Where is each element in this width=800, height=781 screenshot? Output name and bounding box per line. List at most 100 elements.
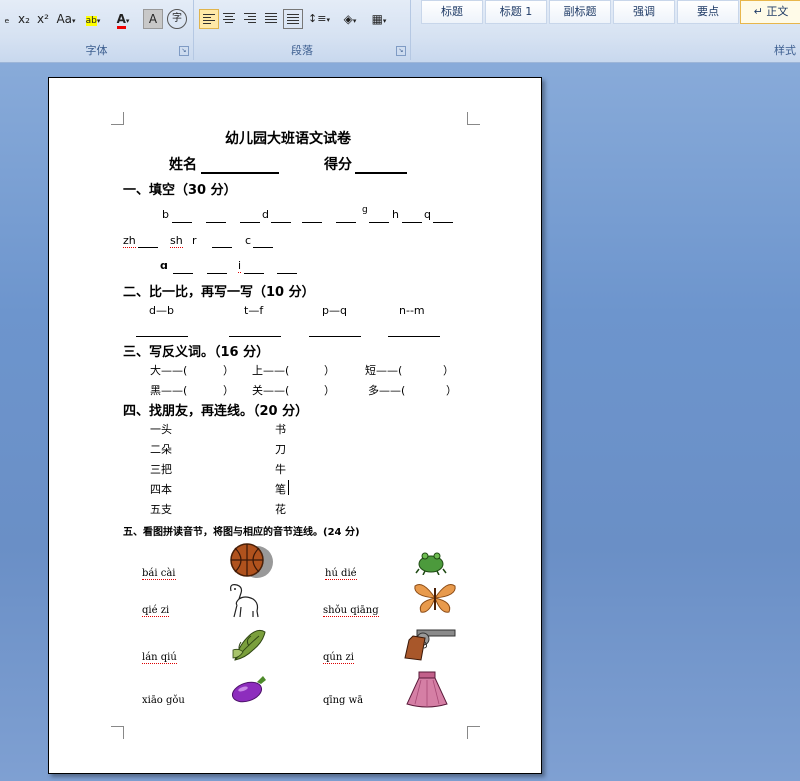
text-cursor [288, 480, 289, 495]
paragraph-group: ↕≡▾ ◈▾ ▦▾ 段落 ↘ [194, 0, 411, 60]
pinyin-syllable: bái cài [142, 568, 176, 580]
measure-word: 二朵 [150, 443, 172, 456]
line-spacing-button[interactable]: ↕≡▾ [306, 9, 332, 29]
blank-letter: h [392, 208, 399, 221]
blank-line [240, 222, 260, 223]
frog-icon [415, 552, 447, 575]
antonym-item: 短——( [365, 364, 403, 377]
align-right-button[interactable] [241, 9, 259, 27]
blank-line [271, 222, 291, 223]
justify-button[interactable] [262, 9, 280, 27]
butterfly-icon [414, 584, 456, 613]
antonym-close: ） [324, 364, 335, 377]
score-blank [355, 172, 407, 174]
paragraph-group-label: 段落 [291, 44, 313, 57]
document-page[interactable]: 幼儿园大班语文试卷 姓名 得分 一、填空（30 分） b d g h q zh … [48, 77, 542, 774]
measure-word: 四本 [150, 483, 172, 496]
paint-bucket-icon: ◈ [343, 12, 353, 26]
antonym-item: 上——( [252, 364, 290, 377]
basketball-icon [230, 543, 273, 578]
blank-letter: d [262, 208, 269, 221]
blank-letter: r [192, 234, 197, 247]
align-center-button[interactable] [220, 9, 238, 27]
answer-line [136, 336, 188, 337]
skirt-icon [406, 671, 448, 708]
style-heading-1[interactable]: 标题 1 [485, 0, 547, 24]
blank-letter: zh [123, 234, 136, 248]
style-normal[interactable]: ↵ 正文 [740, 0, 800, 24]
change-case-button[interactable]: Aa▾ [54, 9, 78, 29]
style-key-point[interactable]: 要点 [677, 0, 739, 24]
cabbage-icon [232, 629, 266, 661]
blank-line [302, 222, 322, 223]
eggplant-icon [231, 676, 266, 703]
blank-line [369, 222, 389, 223]
chevron-down-icon: ▾ [96, 17, 101, 25]
style-title[interactable]: 标题 [421, 0, 483, 24]
enclose-char-button[interactable]: 字 [167, 9, 187, 29]
subscript-button[interactable]: x₂ [14, 9, 34, 29]
clear-format-button[interactable]: ₑ [0, 9, 14, 29]
antonym-item: 多——( [368, 384, 406, 397]
section3-heading: 三、写反义词。（16 分） [123, 345, 270, 360]
change-case-label: Aa [56, 12, 73, 26]
font-group: ₑ x₂ x² Aa▾ ab▾ A▾ A 字 字体 ↘ [0, 0, 194, 60]
chevron-down-icon: ▾ [125, 17, 130, 25]
antonym-close: ） [443, 364, 454, 377]
distributed-button[interactable] [283, 9, 303, 29]
blank-letter: i [238, 259, 242, 273]
font-color-label: A [116, 12, 126, 29]
letter-pair: t—f [244, 304, 264, 317]
noun-word: 刀 [275, 443, 286, 456]
blank-line [172, 222, 192, 223]
antonym-item: 黑——( [150, 384, 188, 397]
antonym-close: ） [223, 384, 234, 397]
answer-line [309, 336, 361, 337]
dog-icon [230, 584, 259, 618]
crop-mark [111, 112, 124, 125]
blank-letter: q [424, 208, 431, 221]
style-subtitle[interactable]: 副标题 [549, 0, 611, 24]
noun-word: 牛 [275, 463, 286, 476]
section5-heading: 五、看图拼读音节，将图与相应的音节连线。(24 分) [123, 527, 360, 538]
name-label: 姓名 [169, 157, 197, 173]
chevron-down-icon: ▾ [352, 17, 357, 25]
measure-word: 三把 [150, 463, 172, 476]
measure-word: 五支 [150, 503, 172, 516]
dialog-launcher-icon[interactable]: ↘ [396, 46, 406, 56]
pinyin-syllable: qié zi [142, 605, 170, 617]
blank-line [173, 273, 193, 274]
blank-letter: b [162, 208, 169, 221]
letter-pair: d—b [149, 304, 174, 317]
blank-line [206, 222, 226, 223]
crop-mark [467, 726, 480, 739]
font-color-button[interactable]: A▾ [110, 9, 136, 29]
measure-word: 一头 [150, 423, 172, 436]
section4-heading: 四、找朋友，再连线。（20 分） [123, 404, 309, 419]
align-left-button[interactable] [199, 9, 219, 29]
antonym-item: 关——( [252, 384, 290, 397]
pinyin-syllable: shǒu qiāng [323, 605, 379, 617]
style-emphasis[interactable]: 强调 [613, 0, 675, 24]
blank-line [212, 247, 232, 248]
styles-group: 标题 标题 1 副标题 强调 要点 ↵ 正文 样式 [411, 0, 800, 60]
pinyin-syllable: qún zi [323, 652, 354, 664]
letter-pair: p—q [322, 304, 347, 317]
pinyin-syllable: lán qiú [142, 652, 177, 664]
blank-line [402, 222, 422, 223]
superscript-button[interactable]: x² [34, 9, 52, 29]
highlight-label: ab [85, 16, 97, 26]
pinyin-syllable: qīng wā [323, 695, 364, 706]
shading-button[interactable]: ◈▾ [337, 9, 363, 29]
blank-line [253, 247, 273, 248]
score-label: 得分 [324, 157, 352, 173]
doc-title: 幼儿园大班语文试卷 [225, 131, 351, 147]
blank-line [138, 247, 158, 248]
pinyin-syllable: xiāo gǒu [142, 695, 185, 706]
dialog-launcher-icon[interactable]: ↘ [179, 46, 189, 56]
highlight-button[interactable]: ab▾ [80, 9, 106, 29]
noun-word: 笔 [275, 483, 286, 496]
chevron-down-icon: ▾ [382, 17, 387, 25]
char-shading-button[interactable]: A [143, 9, 163, 29]
borders-button[interactable]: ▦▾ [366, 9, 392, 29]
